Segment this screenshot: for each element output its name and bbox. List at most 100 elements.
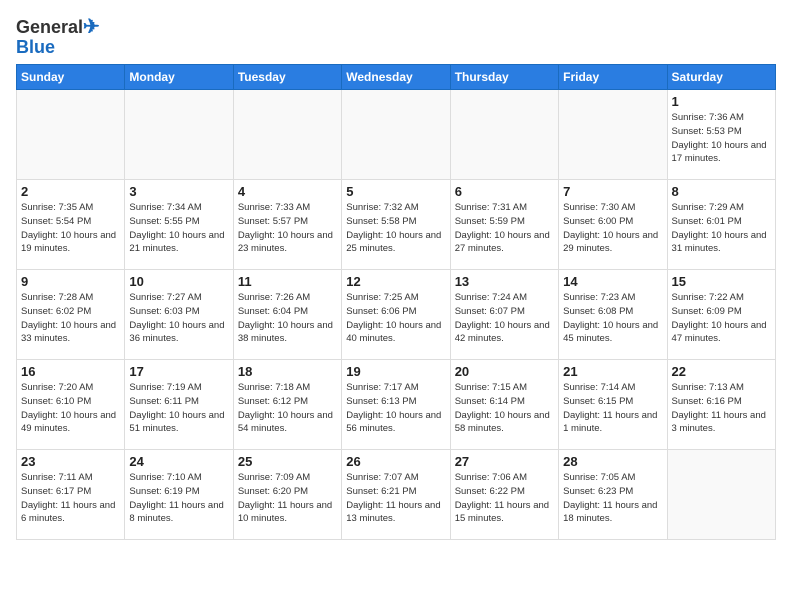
calendar-cell (450, 90, 558, 180)
day-number: 9 (21, 274, 120, 289)
calendar-week-3: 16 Sunrise: 7:20 AMSunset: 6:10 PMDayligh… (17, 360, 776, 450)
day-number: 5 (346, 184, 445, 199)
weekday-header-sunday: Sunday (17, 65, 125, 90)
logo: General✈ Blue (16, 16, 100, 56)
calendar-cell: 2 Sunrise: 7:35 AMSunset: 5:54 PMDaylight… (17, 180, 125, 270)
day-info: Sunrise: 7:24 AMSunset: 6:07 PMDaylight:… (455, 291, 554, 346)
weekday-header-saturday: Saturday (667, 65, 775, 90)
calendar-week-2: 9 Sunrise: 7:28 AMSunset: 6:02 PMDaylight… (17, 270, 776, 360)
day-info: Sunrise: 7:19 AMSunset: 6:11 PMDaylight:… (129, 381, 228, 436)
day-info: Sunrise: 7:11 AMSunset: 6:17 PMDaylight:… (21, 471, 120, 526)
day-info: Sunrise: 7:17 AMSunset: 6:13 PMDaylight:… (346, 381, 445, 436)
calendar-cell: 16 Sunrise: 7:20 AMSunset: 6:10 PMDayligh… (17, 360, 125, 450)
calendar-cell: 27 Sunrise: 7:06 AMSunset: 6:22 PMDayligh… (450, 450, 558, 540)
day-number: 8 (672, 184, 771, 199)
day-number: 24 (129, 454, 228, 469)
calendar-week-1: 2 Sunrise: 7:35 AMSunset: 5:54 PMDaylight… (17, 180, 776, 270)
day-number: 26 (346, 454, 445, 469)
calendar-cell: 11 Sunrise: 7:26 AMSunset: 6:04 PMDayligh… (233, 270, 341, 360)
day-info: Sunrise: 7:13 AMSunset: 6:16 PMDaylight:… (672, 381, 771, 436)
calendar-cell (233, 90, 341, 180)
day-info: Sunrise: 7:33 AMSunset: 5:57 PMDaylight:… (238, 201, 337, 256)
logo-blue: Blue (16, 38, 100, 56)
day-number: 3 (129, 184, 228, 199)
calendar-cell: 12 Sunrise: 7:25 AMSunset: 6:06 PMDayligh… (342, 270, 450, 360)
calendar-cell: 7 Sunrise: 7:30 AMSunset: 6:00 PMDaylight… (559, 180, 667, 270)
day-info: Sunrise: 7:29 AMSunset: 6:01 PMDaylight:… (672, 201, 771, 256)
calendar-cell: 1Sunrise: 7:36 AMSunset: 5:53 PMDaylight… (667, 90, 775, 180)
day-number: 1 (672, 94, 771, 109)
day-number: 28 (563, 454, 662, 469)
day-number: 12 (346, 274, 445, 289)
day-number: 18 (238, 364, 337, 379)
day-number: 27 (455, 454, 554, 469)
calendar-cell (559, 90, 667, 180)
day-number: 15 (672, 274, 771, 289)
calendar-cell: 18 Sunrise: 7:18 AMSunset: 6:12 PMDayligh… (233, 360, 341, 450)
calendar-cell (342, 90, 450, 180)
day-number: 21 (563, 364, 662, 379)
calendar-cell: 14Sunrise: 7:23 AMSunset: 6:08 PMDayligh… (559, 270, 667, 360)
calendar-cell (17, 90, 125, 180)
day-info: Sunrise: 7:27 AMSunset: 6:03 PMDaylight:… (129, 291, 228, 346)
calendar-cell: 19 Sunrise: 7:17 AMSunset: 6:13 PMDayligh… (342, 360, 450, 450)
day-number: 23 (21, 454, 120, 469)
calendar-week-4: 23 Sunrise: 7:11 AMSunset: 6:17 PMDayligh… (17, 450, 776, 540)
day-info: Sunrise: 7:26 AMSunset: 6:04 PMDaylight:… (238, 291, 337, 346)
calendar-cell: 4 Sunrise: 7:33 AMSunset: 5:57 PMDaylight… (233, 180, 341, 270)
calendar-cell: 6 Sunrise: 7:31 AMSunset: 5:59 PMDaylight… (450, 180, 558, 270)
calendar-cell: 10Sunrise: 7:27 AMSunset: 6:03 PMDayligh… (125, 270, 233, 360)
calendar-cell: 23 Sunrise: 7:11 AMSunset: 6:17 PMDayligh… (17, 450, 125, 540)
calendar-cell (667, 450, 775, 540)
calendar-cell: 15 Sunrise: 7:22 AMSunset: 6:09 PMDayligh… (667, 270, 775, 360)
day-info: Sunrise: 7:22 AMSunset: 6:09 PMDaylight:… (672, 291, 771, 346)
weekday-header-thursday: Thursday (450, 65, 558, 90)
calendar-cell: 28 Sunrise: 7:05 AMSunset: 6:23 PMDayligh… (559, 450, 667, 540)
weekday-header-monday: Monday (125, 65, 233, 90)
calendar-cell: 8 Sunrise: 7:29 AMSunset: 6:01 PMDaylight… (667, 180, 775, 270)
day-info: Sunrise: 7:34 AMSunset: 5:55 PMDaylight:… (129, 201, 228, 256)
day-number: 20 (455, 364, 554, 379)
day-number: 22 (672, 364, 771, 379)
day-info: Sunrise: 7:18 AMSunset: 6:12 PMDaylight:… (238, 381, 337, 436)
day-info: Sunrise: 7:31 AMSunset: 5:59 PMDaylight:… (455, 201, 554, 256)
day-info: Sunrise: 7:10 AMSunset: 6:19 PMDaylight:… (129, 471, 228, 526)
day-number: 16 (21, 364, 120, 379)
day-number: 6 (455, 184, 554, 199)
weekday-header-wednesday: Wednesday (342, 65, 450, 90)
logo-bird-icon: ✈ (83, 16, 100, 38)
day-info: Sunrise: 7:35 AMSunset: 5:54 PMDaylight:… (21, 201, 120, 256)
day-number: 2 (21, 184, 120, 199)
calendar-cell (125, 90, 233, 180)
calendar-cell: 9 Sunrise: 7:28 AMSunset: 6:02 PMDaylight… (17, 270, 125, 360)
day-info: Sunrise: 7:23 AMSunset: 6:08 PMDaylight:… (563, 291, 662, 346)
day-number: 19 (346, 364, 445, 379)
calendar-cell: 13 Sunrise: 7:24 AMSunset: 6:07 PMDayligh… (450, 270, 558, 360)
weekday-header-friday: Friday (559, 65, 667, 90)
day-info: Sunrise: 7:06 AMSunset: 6:22 PMDaylight:… (455, 471, 554, 526)
calendar-cell: 22 Sunrise: 7:13 AMSunset: 6:16 PMDayligh… (667, 360, 775, 450)
weekday-header-tuesday: Tuesday (233, 65, 341, 90)
day-info: Sunrise: 7:28 AMSunset: 6:02 PMDaylight:… (21, 291, 120, 346)
calendar-cell: 21 Sunrise: 7:14 AMSunset: 6:15 PMDayligh… (559, 360, 667, 450)
day-info: Sunrise: 7:30 AMSunset: 6:00 PMDaylight:… (563, 201, 662, 256)
calendar-cell: 26 Sunrise: 7:07 AMSunset: 6:21 PMDayligh… (342, 450, 450, 540)
day-number: 17 (129, 364, 228, 379)
day-number: 4 (238, 184, 337, 199)
day-number: 13 (455, 274, 554, 289)
day-number: 25 (238, 454, 337, 469)
day-info: Sunrise: 7:14 AMSunset: 6:15 PMDaylight:… (563, 381, 662, 436)
day-info: Sunrise: 7:25 AMSunset: 6:06 PMDaylight:… (346, 291, 445, 346)
calendar-cell: 17 Sunrise: 7:19 AMSunset: 6:11 PMDayligh… (125, 360, 233, 450)
day-info: Sunrise: 7:20 AMSunset: 6:10 PMDaylight:… (21, 381, 120, 436)
calendar-table: SundayMondayTuesdayWednesdayThursdayFrid… (16, 64, 776, 540)
calendar-cell: 25Sunrise: 7:09 AMSunset: 6:20 PMDayligh… (233, 450, 341, 540)
calendar-header: General✈ Blue (16, 16, 776, 56)
day-number: 11 (238, 274, 337, 289)
day-number: 7 (563, 184, 662, 199)
day-info: Sunrise: 7:05 AMSunset: 6:23 PMDaylight:… (563, 471, 662, 526)
day-info: Sunrise: 7:07 AMSunset: 6:21 PMDaylight:… (346, 471, 445, 526)
calendar-week-0: 1Sunrise: 7:36 AMSunset: 5:53 PMDaylight… (17, 90, 776, 180)
logo-general: General (16, 17, 83, 37)
calendar-cell: 24 Sunrise: 7:10 AMSunset: 6:19 PMDayligh… (125, 450, 233, 540)
